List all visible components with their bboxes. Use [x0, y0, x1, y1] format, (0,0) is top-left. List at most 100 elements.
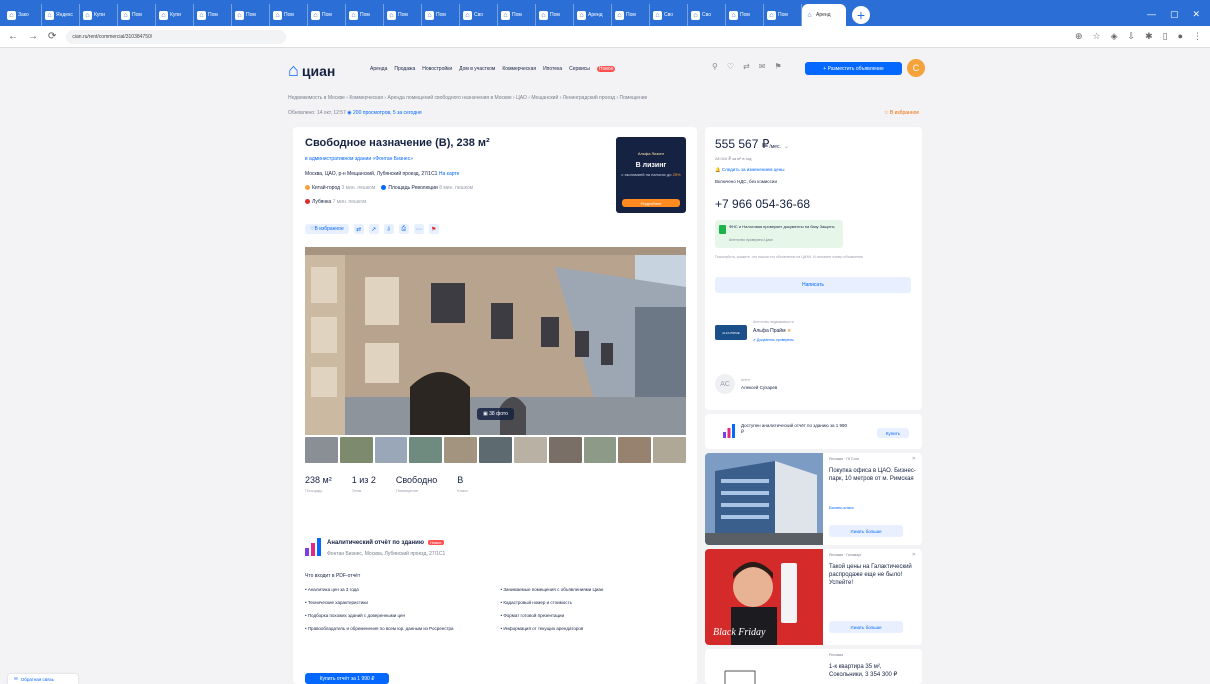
buy-report-small-button[interactable]: Купить — [877, 428, 909, 438]
user-avatar[interactable]: С — [907, 59, 925, 77]
close-icon[interactable]: ✕ — [1192, 9, 1200, 20]
reload-icon[interactable]: ⟳ — [48, 31, 56, 42]
cian-logo[interactable]: ⌂ циан — [288, 60, 335, 81]
nav-item[interactable]: Новостройки — [422, 66, 452, 72]
agency-name[interactable]: Альфа Прайм ★ — [753, 328, 791, 334]
nav-item[interactable]: Ипотека — [543, 66, 562, 72]
feedback-button[interactable]: ✉ Обратная связь — [8, 674, 78, 684]
browser-tab[interactable]: ⌂ Пом — [498, 4, 536, 26]
back-icon[interactable]: ← — [8, 31, 18, 42]
new-tab-button[interactable]: + — [852, 6, 870, 24]
map-link[interactable]: На карте — [439, 171, 460, 177]
close-icon[interactable]: ✕ — [912, 552, 916, 558]
photo-thumbnail[interactable] — [339, 437, 373, 463]
leasing-ad[interactable]: Альфа Лизинг В лизинг с экономией на нал… — [616, 137, 686, 213]
metro-station[interactable]: Китай-город 3 мин. пешком — [305, 185, 375, 191]
close-icon[interactable]: ✕ — [912, 456, 916, 462]
browser-tab[interactable]: ⌂ Пом — [726, 4, 764, 26]
profile-icon[interactable]: ● — [1178, 31, 1183, 42]
browser-tab[interactable]: ⌂ Купи — [80, 4, 118, 26]
favorite-button[interactable]: ♡ В избранное — [305, 224, 349, 234]
browser-tab[interactable]: ⌂ Пом — [612, 4, 650, 26]
photo-thumbnail[interactable] — [479, 437, 512, 463]
ad-button[interactable]: Подробнее — [622, 199, 680, 207]
browser-tab[interactable]: ⌂ Сво — [650, 4, 688, 26]
browser-tab[interactable]: ⌂ Пом — [536, 4, 574, 26]
post-listing-button[interactable]: + Разместить объявление — [805, 62, 902, 75]
download-icon[interactable]: ⇩ — [1128, 31, 1136, 42]
nav-item[interactable]: Продажа — [394, 66, 415, 72]
compare-icon[interactable]: ⇄ — [353, 224, 364, 234]
nav-item[interactable]: Дом в участком — [459, 66, 495, 72]
promo-card[interactable]: Реклама · ГК Сити ✕ Покупка офиса в ЦАО.… — [705, 453, 922, 545]
star-icon[interactable]: ☆ — [1093, 31, 1101, 42]
write-button[interactable]: Написать — [715, 277, 911, 293]
maximize-icon[interactable]: ▢ — [1170, 9, 1179, 20]
chat-icon[interactable]: ✉ — [759, 62, 766, 71]
browser-tab[interactable]: ⌂ Зако — [4, 4, 42, 26]
photo-thumbnail[interactable] — [618, 437, 652, 463]
browser-tab[interactable]: ⌂ Аренд — [802, 4, 846, 26]
share-icon[interactable]: ↗ — [368, 224, 379, 234]
browser-tab[interactable]: ⌂ Пом — [308, 4, 346, 26]
nav-item[interactable]: Сервисы — [569, 66, 590, 72]
browser-tab[interactable]: ⌂ Пом — [422, 4, 460, 26]
buy-report-button[interactable]: Купить отчёт за 1 990 ₽ — [305, 673, 389, 684]
print-icon[interactable]: ⎙ — [398, 224, 409, 234]
promo-card[interactable]: Black Friday Реклама · Галамарт ✕ Такой … — [705, 549, 922, 645]
promo-button[interactable]: Узнать больше — [829, 525, 903, 537]
complaint-icon[interactable]: ⚑ — [428, 224, 439, 234]
heart-icon[interactable]: ♡ — [727, 62, 734, 71]
price-subscribe-link[interactable]: 🔔 Следить за изменением цены — [715, 167, 785, 173]
metro-icon — [305, 185, 310, 191]
nav-item[interactable]: Аренда — [370, 66, 387, 72]
promo-card[interactable]: Реклама 1-к квартира 35 м², Сокольники, … — [705, 649, 922, 684]
photo-count-badge[interactable]: ▣ 38 фото — [477, 408, 514, 420]
browser-tab[interactable]: ⌂ Пом — [232, 4, 270, 26]
breadcrumb[interactable]: Недвижимость в Москве › Коммерческая › А… — [288, 95, 647, 101]
zoom-icon[interactable]: ⊕ — [1075, 31, 1083, 42]
browser-tab[interactable]: ⌂ Аренд — [574, 4, 612, 26]
browser-tab[interactable]: ⌂ Пом — [118, 4, 156, 26]
forward-icon[interactable]: → — [28, 31, 38, 42]
promo-button[interactable]: Узнать больше — [829, 621, 903, 633]
search-icon[interactable]: ⚲ — [712, 62, 718, 71]
photo-thumbnail[interactable] — [409, 437, 443, 463]
browser-tab[interactable]: ⌂ Яндекс — [42, 4, 80, 26]
phone-number[interactable]: +7 966 054-36-68 — [715, 197, 810, 211]
download-icon[interactable]: ⇩ — [383, 224, 394, 234]
nav-item[interactable]: Коммерческая — [502, 66, 536, 72]
menu-icon[interactable]: ⋮ — [1193, 31, 1202, 42]
main-photo[interactable]: ▣ 38 фото — [305, 247, 686, 435]
metro-station[interactable]: Лубянка 7 мин. пешком — [305, 199, 367, 205]
minimize-icon[interactable]: — — [1147, 9, 1156, 20]
photo-thumbnail[interactable] — [444, 437, 478, 463]
browser-tab[interactable]: ⌂ Сво — [688, 4, 726, 26]
metro-station[interactable]: Площадь Революции 8 мин. пешком — [381, 185, 473, 191]
chevron-down-icon[interactable]: ⌄ — [784, 144, 789, 150]
photo-thumbnail[interactable] — [548, 437, 582, 463]
compare-icon[interactable]: ⇄ — [743, 62, 750, 71]
photo-thumbnail[interactable] — [374, 437, 408, 463]
photo-thumbnail[interactable] — [305, 437, 338, 463]
more-icon[interactable]: ⋯ — [413, 224, 424, 234]
browser-tab[interactable]: ⌂ Пом — [346, 4, 384, 26]
views-link[interactable]: 200 просмотров, 5 за сегодня — [353, 110, 422, 116]
bell-icon[interactable]: ⚑ — [774, 62, 781, 71]
nav-new-badge[interactable]: Новое — [596, 66, 616, 72]
sidepanel-icon[interactable]: ▯ — [1163, 31, 1168, 42]
extension-icon[interactable]: ◈ — [1111, 31, 1118, 42]
browser-tab[interactable]: ⌂ Сво — [460, 4, 498, 26]
browser-tab[interactable]: ⌂ Пом — [194, 4, 232, 26]
url-input[interactable]: cian.ru/rent/commercial/310384750/ — [66, 29, 287, 44]
complex-link[interactable]: в административном здании «Фонтан Бизнес… — [305, 156, 413, 162]
browser-tab[interactable]: ⌂ Пом — [270, 4, 308, 26]
puzzle-icon[interactable]: ✱ — [1145, 31, 1153, 42]
browser-tab[interactable]: ⌂ Пом — [384, 4, 422, 26]
photo-thumbnail[interactable] — [513, 437, 547, 463]
favorite-top-link[interactable]: ☆ В избранное — [884, 110, 919, 116]
photo-thumbnail[interactable] — [583, 437, 617, 463]
photo-thumbnail[interactable] — [653, 437, 686, 463]
browser-tab[interactable]: ⌂ Пом — [764, 4, 802, 26]
browser-tab[interactable]: ⌂ Купи — [156, 4, 194, 26]
